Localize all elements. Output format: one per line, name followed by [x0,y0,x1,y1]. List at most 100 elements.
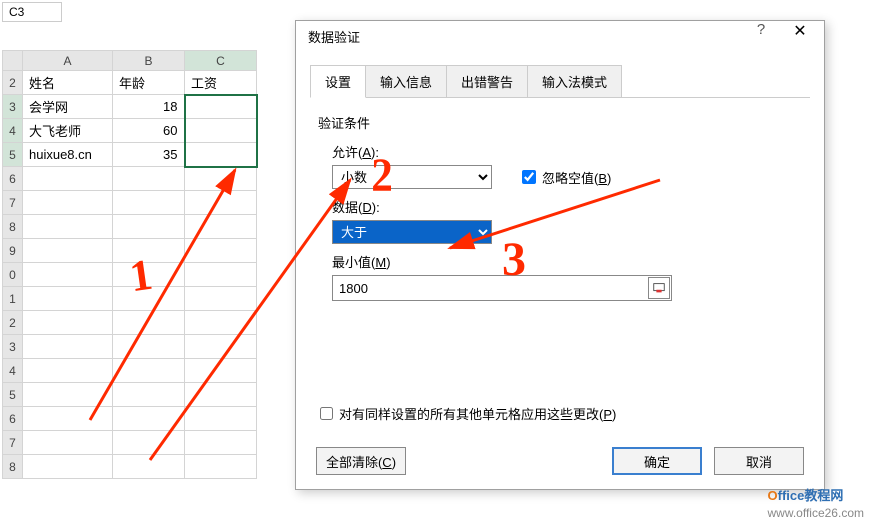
cell[interactable] [185,431,257,455]
cell[interactable] [23,167,113,191]
cell[interactable]: 60 [113,119,185,143]
cell[interactable] [185,455,257,479]
cell[interactable] [185,215,257,239]
cell[interactable] [113,239,185,263]
tab-ime-mode[interactable]: 输入法模式 [527,65,622,98]
name-box[interactable]: C3 [2,2,62,22]
row-header[interactable]: 4 [3,119,23,143]
cell[interactable] [113,167,185,191]
row-header[interactable]: 4 [3,359,23,383]
cell[interactable] [113,431,185,455]
cell[interactable] [113,287,185,311]
row-header[interactable]: 2 [3,71,23,95]
cell[interactable] [185,239,257,263]
col-header-a[interactable]: A [23,51,113,71]
cell-selected[interactable] [185,143,257,167]
cell[interactable]: 姓名 [23,71,113,95]
cell[interactable] [23,335,113,359]
cell[interactable]: 会学网 [23,95,113,119]
cell[interactable] [185,335,257,359]
data-dropdown[interactable]: 大于 [332,220,492,244]
col-header-b[interactable]: B [113,51,185,71]
apply-changes-label: 对有同样设置的所有其他单元格应用这些更改(P) [339,404,616,423]
row-header[interactable]: 2 [3,311,23,335]
row-header[interactable]: 7 [3,431,23,455]
validation-criteria-label: 验证条件 [318,113,802,132]
clear-all-button[interactable]: 全部清除(C) [316,447,406,475]
cell[interactable]: 18 [113,95,185,119]
cell[interactable] [23,191,113,215]
cell[interactable] [113,215,185,239]
cancel-button[interactable]: 取消 [714,447,804,475]
help-button[interactable]: ? [746,21,776,38]
cell[interactable] [185,407,257,431]
cell[interactable] [113,455,185,479]
cell[interactable] [23,287,113,311]
row-header[interactable]: 0 [3,263,23,287]
cell[interactable] [23,311,113,335]
select-all-corner[interactable] [3,51,23,71]
row-header[interactable]: 1 [3,287,23,311]
minimum-input[interactable] [332,275,672,301]
cell[interactable]: 大飞老师 [23,119,113,143]
cell[interactable] [185,383,257,407]
apply-changes-input[interactable] [320,407,333,420]
cell[interactable] [23,239,113,263]
data-validation-dialog: 数据验证 ? ✕ 设置 输入信息 出错警告 输入法模式 验证条件 允许(A): … [295,20,825,490]
tab-error-alert[interactable]: 出错警告 [446,65,528,98]
row-header[interactable]: 3 [3,95,23,119]
row-header[interactable]: 6 [3,407,23,431]
cell[interactable]: 工资 [185,71,257,95]
cell[interactable] [23,407,113,431]
watermark: Office教程网 www.office26.com [768,483,865,520]
cell-selected-active[interactable] [185,95,257,119]
tab-settings[interactable]: 设置 [310,65,366,98]
row-header[interactable]: 7 [3,191,23,215]
cell[interactable] [185,191,257,215]
cell[interactable] [113,383,185,407]
cell[interactable] [113,407,185,431]
row-header[interactable]: 8 [3,215,23,239]
row-header[interactable]: 5 [3,143,23,167]
row-header[interactable]: 5 [3,383,23,407]
tab-input-message[interactable]: 输入信息 [365,65,447,98]
ignore-blank-input[interactable] [522,170,536,184]
row-header[interactable]: 8 [3,455,23,479]
apply-changes-checkbox[interactable]: 对有同样设置的所有其他单元格应用这些更改(P) [320,404,616,423]
ignore-blank-label: 忽略空值(B) [542,168,611,187]
worksheet-grid[interactable]: A B C 2 姓名 年龄 工资 3 会学网 18 4 大飞老师 60 5 hu… [2,50,258,479]
cell[interactable] [113,335,185,359]
cell[interactable]: 年龄 [113,71,185,95]
dialog-tabs: 设置 输入信息 出错警告 输入法模式 [310,65,810,98]
cell[interactable] [113,311,185,335]
cell[interactable] [113,359,185,383]
minimum-label: 最小值(M) [332,252,802,271]
close-button[interactable]: ✕ [780,21,820,51]
cell[interactable]: 35 [113,143,185,167]
row-header[interactable]: 9 [3,239,23,263]
row-header[interactable]: 3 [3,335,23,359]
cell[interactable] [185,287,257,311]
data-label: 数据(D): [332,197,802,216]
ignore-blank-checkbox[interactable]: 忽略空值(B) [522,168,611,187]
cell[interactable] [185,359,257,383]
cell[interactable] [113,191,185,215]
cell[interactable] [23,431,113,455]
range-picker-button[interactable] [648,277,670,299]
dialog-title: 数据验证 [296,21,824,55]
row-header[interactable]: 6 [3,167,23,191]
cell[interactable] [23,215,113,239]
cell[interactable] [23,359,113,383]
cell[interactable] [185,311,257,335]
cell-selected[interactable] [185,119,257,143]
cell[interactable] [113,263,185,287]
ok-button[interactable]: 确定 [612,447,702,475]
cell[interactable]: huixue8.cn [23,143,113,167]
cell[interactable] [23,263,113,287]
cell[interactable] [23,455,113,479]
allow-dropdown[interactable]: 小数 [332,165,492,189]
cell[interactable] [23,383,113,407]
cell[interactable] [185,263,257,287]
cell[interactable] [185,167,257,191]
col-header-c[interactable]: C [185,51,257,71]
